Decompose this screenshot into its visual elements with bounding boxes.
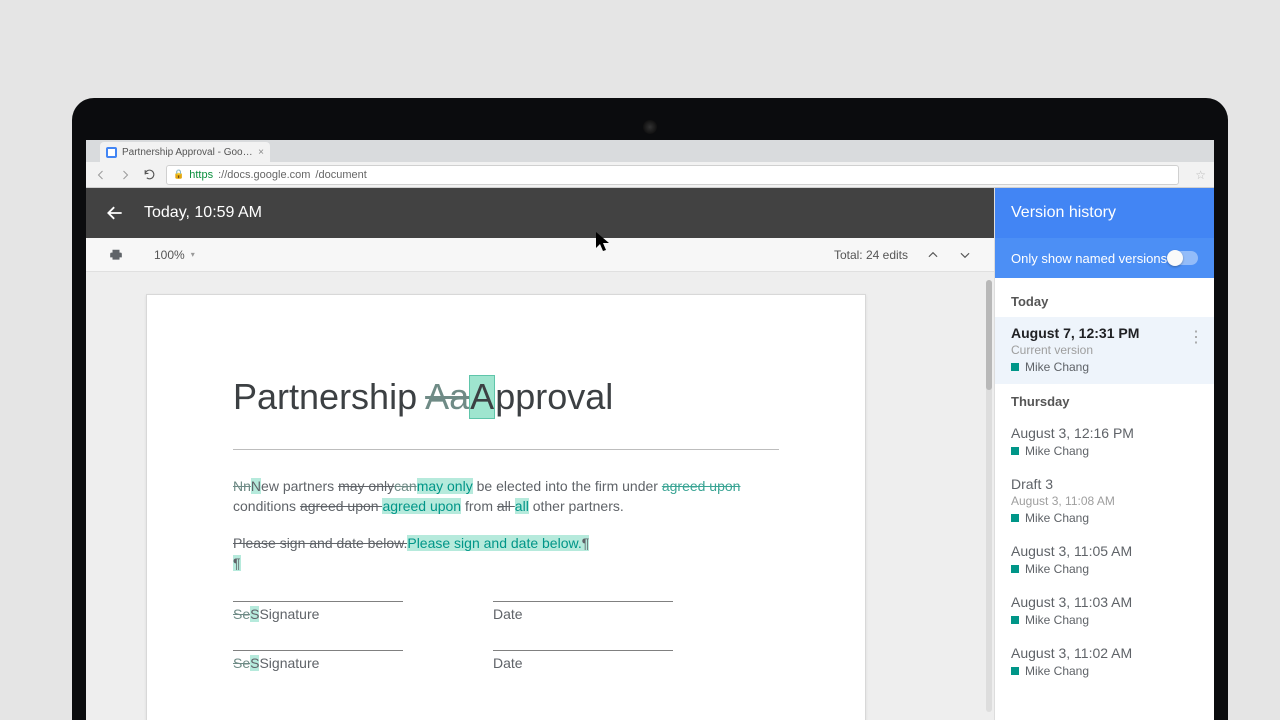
browser-addressbar: 🔒 https://docs.google.com/document ☆ xyxy=(86,162,1214,188)
reload-icon[interactable] xyxy=(142,168,156,182)
print-icon[interactable] xyxy=(108,248,124,262)
paragraph-2: Please sign and date below.Please sign a… xyxy=(233,533,779,574)
editor-color-swatch xyxy=(1011,667,1019,675)
named-versions-toggle-row: Only show named versions xyxy=(995,238,1214,278)
next-edit-icon[interactable] xyxy=(958,248,972,262)
zoom-value: 100% xyxy=(154,248,185,262)
editor-color-swatch xyxy=(1011,565,1019,573)
back-arrow-icon[interactable] xyxy=(104,202,126,224)
version-day-heading: Thursday xyxy=(995,384,1214,417)
screen: Partnership Approval - Google × 🔒 https:… xyxy=(86,140,1214,720)
tab-title: Partnership Approval - Google xyxy=(122,147,253,158)
date-field: Date xyxy=(493,650,673,671)
caret-down-icon: ▾ xyxy=(191,250,195,259)
back-icon[interactable] xyxy=(94,168,108,182)
camera-dot xyxy=(643,120,657,134)
editor-name: Mike Chang xyxy=(1025,562,1089,576)
version-item[interactable]: August 3, 11:03 AMMike Chang xyxy=(995,586,1214,637)
url-protocol: https xyxy=(189,169,213,181)
editor-color-swatch xyxy=(1011,514,1019,522)
editor-name: Mike Chang xyxy=(1025,613,1089,627)
document-title: Partnership AaApproval xyxy=(233,375,779,419)
title-rule xyxy=(233,449,779,450)
edits-count: Total: 24 edits xyxy=(834,248,908,262)
version-item[interactable]: August 3, 12:16 PMMike Chang xyxy=(995,417,1214,468)
signature-row-1: SeSSignature Date xyxy=(233,601,779,622)
version-timestamp: Today, 10:59 AM xyxy=(144,204,262,222)
prev-edit-icon[interactable] xyxy=(926,248,940,262)
version-item[interactable]: August 7, 12:31 PMCurrent versionMike Ch… xyxy=(995,317,1214,384)
signature-field: SeSSignature xyxy=(233,650,403,671)
version-history-sidebar: Version history Only show named versions… xyxy=(994,188,1214,720)
document-page: Partnership AaApproval NnNew partners ma… xyxy=(146,294,866,720)
scrollbar-thumb[interactable] xyxy=(986,280,992,390)
vertical-scrollbar[interactable] xyxy=(986,280,992,712)
signature-field: SeSSignature xyxy=(233,601,403,622)
document-canvas[interactable]: Partnership AaApproval NnNew partners ma… xyxy=(86,272,994,720)
sidebar-title: Version history xyxy=(995,188,1214,238)
laptop-bezel: Partnership Approval - Google × 🔒 https:… xyxy=(72,98,1228,720)
kebab-icon[interactable]: ⋮ xyxy=(1188,327,1204,347)
version-item[interactable]: Draft 3August 3, 11:08 AMMike Chang xyxy=(995,468,1214,535)
editor-name: Mike Chang xyxy=(1025,360,1089,374)
version-item[interactable]: August 3, 11:02 AMMike Chang xyxy=(995,637,1214,688)
lock-icon: 🔒 xyxy=(173,169,184,180)
browser-tabbar: Partnership Approval - Google × xyxy=(86,140,1214,162)
version-item[interactable]: August 3, 11:05 AMMike Chang xyxy=(995,535,1214,586)
signature-row-2: SeSSignature Date xyxy=(233,650,779,671)
paragraph-1: NnNew partners may onlycanmay only be el… xyxy=(233,476,779,517)
editor-name: Mike Chang xyxy=(1025,511,1089,525)
named-versions-label: Only show named versions xyxy=(1011,251,1167,266)
editor-color-swatch xyxy=(1011,447,1019,455)
forward-icon[interactable] xyxy=(118,168,132,182)
named-versions-toggle[interactable] xyxy=(1168,251,1198,265)
left-pane: Today, 10:59 AM 100% ▾ Total: 24 edits xyxy=(86,188,994,720)
editor-color-swatch xyxy=(1011,363,1019,371)
editor-name: Mike Chang xyxy=(1025,444,1089,458)
version-list[interactable]: TodayAugust 7, 12:31 PMCurrent versionMi… xyxy=(995,278,1214,720)
docs-favicon xyxy=(106,147,117,158)
star-icon[interactable]: ☆ xyxy=(1195,168,1206,182)
zoom-dropdown[interactable]: 100% ▾ xyxy=(154,248,195,262)
date-field: Date xyxy=(493,601,673,622)
url-field[interactable]: 🔒 https://docs.google.com/document xyxy=(166,165,1179,185)
version-header-bar: Today, 10:59 AM xyxy=(86,188,994,238)
app-root: Today, 10:59 AM 100% ▾ Total: 24 edits xyxy=(86,188,1214,720)
editor-name: Mike Chang xyxy=(1025,664,1089,678)
browser-tab[interactable]: Partnership Approval - Google × xyxy=(100,142,270,162)
doc-toolbar: 100% ▾ Total: 24 edits xyxy=(86,238,994,272)
version-day-heading: Today xyxy=(995,284,1214,317)
close-icon[interactable]: × xyxy=(258,147,264,158)
editor-color-swatch xyxy=(1011,616,1019,624)
